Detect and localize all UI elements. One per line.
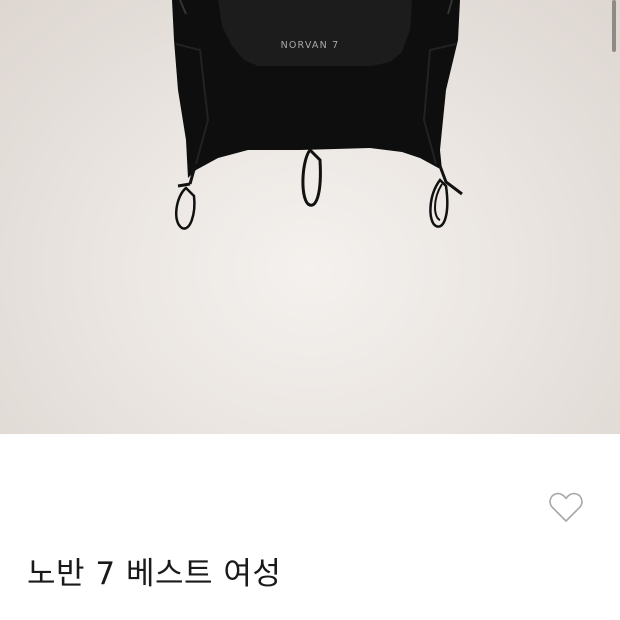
vest-brand-text: NORVAN 7 (280, 40, 340, 51)
scrollbar[interactable] (612, 0, 616, 52)
vest-illustration (172, 0, 463, 230)
product-title: 노반 7 베스트 여성 (27, 556, 282, 592)
wishlist-button[interactable] (546, 488, 586, 526)
product-image[interactable]: NORVAN 7 (0, 0, 620, 434)
heart-outline-icon (549, 492, 583, 522)
